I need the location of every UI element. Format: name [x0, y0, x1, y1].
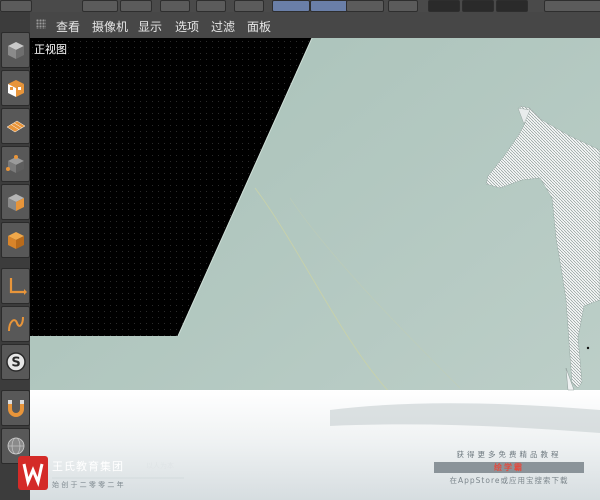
menu-view[interactable]: 查看: [56, 18, 80, 35]
promo-line-1: 获得更多免费精品教程: [456, 450, 562, 459]
mouse-icon[interactable]: [1, 306, 30, 342]
tool-button[interactable]: [234, 0, 264, 12]
render-button[interactable]: [496, 0, 528, 12]
front-viewport[interactable]: [30, 38, 600, 500]
render-button[interactable]: [428, 0, 460, 12]
viewport-menu-bar: 查看 摄像机 显示 选项 过滤 面板: [30, 12, 600, 39]
tool-button[interactable]: [310, 0, 348, 12]
axis-icon[interactable]: [1, 268, 30, 304]
checker-cube-icon[interactable]: [1, 70, 30, 106]
tool-button[interactable]: [160, 0, 190, 12]
orange-cube-icon[interactable]: [1, 222, 30, 258]
menu-panel[interactable]: 面板: [247, 18, 271, 35]
promo-line-3: 在AppStore或应用宝搜索下载: [449, 476, 569, 485]
tool-button[interactable]: [120, 0, 152, 12]
vertex-point: [586, 346, 590, 350]
grip-handle[interactable]: [36, 19, 46, 29]
render-button[interactable]: [462, 0, 494, 12]
spline-point-icon[interactable]: [1, 146, 30, 182]
left-toolbar: S: [0, 12, 31, 500]
brand-tag: 以人为本: [146, 462, 174, 470]
tool-button[interactable]: [0, 0, 32, 12]
brand-title: 王氏教育集团: [52, 460, 124, 473]
tool-button[interactable]: [196, 0, 226, 12]
tool-button[interactable]: [346, 0, 384, 12]
tool-button[interactable]: [388, 0, 418, 12]
magnet-icon[interactable]: [1, 390, 30, 426]
menu-display[interactable]: 显示: [138, 18, 162, 35]
menu-options[interactable]: 选项: [175, 18, 199, 35]
grid-plane-icon[interactable]: [1, 108, 30, 144]
s-icon[interactable]: S: [1, 344, 30, 380]
tool-button[interactable]: [82, 0, 118, 12]
promo-line-2: 绘学霸: [434, 462, 584, 473]
cube-icon[interactable]: [1, 32, 30, 68]
watermark-promo-right: 获得更多免费精品教程 绘学霸 在AppStore或应用宝搜索下载: [434, 449, 584, 486]
tool-button[interactable]: [272, 0, 310, 12]
menu-camera[interactable]: 摄像机: [92, 18, 128, 35]
cube-icon[interactable]: [1, 184, 30, 220]
viewport-label: 正视图: [34, 43, 67, 56]
svg-text:S: S: [11, 356, 20, 371]
menu-filter[interactable]: 过滤: [211, 18, 235, 35]
brand-subtitle: 始 创 于 二 零 零 二 年: [52, 481, 124, 489]
tool-button[interactable]: [544, 0, 600, 12]
